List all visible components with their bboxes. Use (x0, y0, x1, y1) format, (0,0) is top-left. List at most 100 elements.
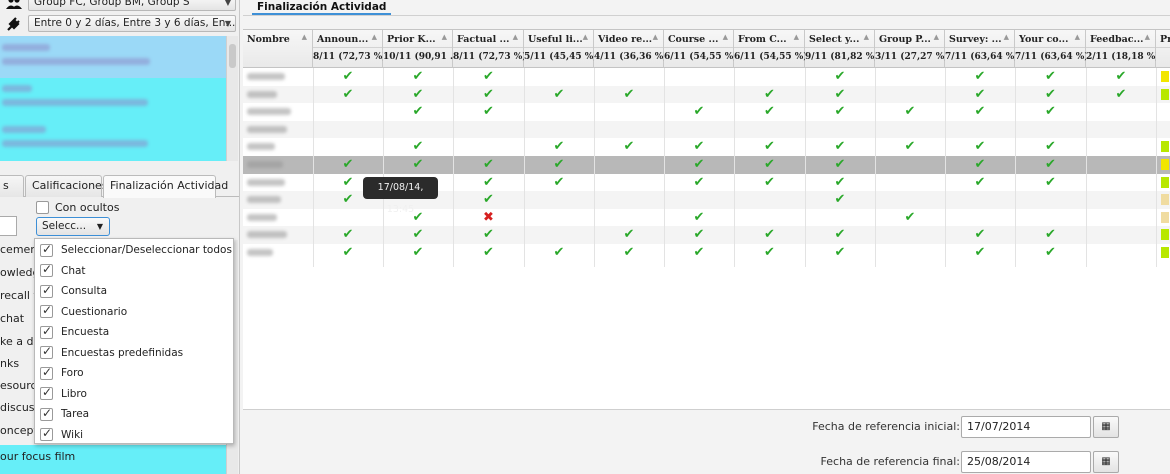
column-header[interactable]: Course ... ▲ 6/11 (54,55 %) (664, 30, 738, 68)
option-checkbox[interactable] (40, 406, 53, 421)
check-icon[interactable]: ✔ (945, 86, 1015, 103)
tab-finalizacion-actividad[interactable]: Finalización Actividad (103, 175, 228, 198)
check-icon[interactable]: ✔ (945, 103, 1015, 120)
check-icon[interactable]: ✔ (453, 68, 524, 85)
check-icon[interactable]: ✔ (453, 156, 524, 173)
check-icon[interactable]: ✔ (524, 156, 594, 173)
check-icon[interactable]: ✔ (453, 103, 524, 120)
check-icon[interactable]: ✔ (734, 86, 805, 103)
dropdown-option-foro[interactable]: Foro (35, 363, 233, 384)
calendar-icon[interactable]: ▦ (1093, 416, 1119, 438)
dropdown-option-libro[interactable]: Libro (35, 384, 233, 405)
check-icon[interactable]: ✔ (945, 174, 1015, 191)
days-filter-combo[interactable]: Entre 0 y 2 días, Entre 3 y 6 días, En..… (28, 15, 236, 32)
check-icon[interactable]: ✔ (383, 138, 453, 155)
check-icon[interactable]: ✔ (945, 68, 1015, 85)
check-icon[interactable]: ✔ (945, 226, 1015, 243)
column-header[interactable]: Your co... ▲ 7/11 (63,64 %) (1015, 30, 1089, 68)
check-icon[interactable]: ✔ (383, 156, 453, 173)
show-hidden-toggle[interactable]: Con ocultos (36, 199, 119, 215)
student-list-item[interactable] (0, 78, 226, 120)
tab-partial[interactable]: s (0, 175, 24, 197)
check-icon[interactable]: ✔ (1086, 86, 1156, 103)
scrollbar-thumb[interactable] (229, 44, 236, 68)
check-icon[interactable]: ✔ (524, 244, 594, 261)
column-header[interactable]: Prior K... ▲ 10/11 (90,91 ... (383, 30, 459, 68)
check-icon[interactable]: ✔ (805, 174, 875, 191)
dropdown-option-wiki[interactable]: Wiki (35, 425, 233, 446)
check-icon[interactable]: ✔ (1015, 156, 1086, 173)
check-icon[interactable]: ✔ (453, 86, 524, 103)
check-icon[interactable]: ✔ (383, 103, 453, 120)
check-icon[interactable]: ✔ (805, 156, 875, 173)
dropdown-option-chat[interactable]: Chat (35, 261, 233, 282)
student-list-scrollbar[interactable] (226, 36, 238, 161)
check-icon[interactable]: ✔ (313, 244, 383, 261)
check-icon[interactable]: ✔ (734, 103, 805, 120)
check-icon[interactable]: ✔ (313, 156, 383, 173)
check-icon[interactable]: ✔ (1015, 138, 1086, 155)
option-checkbox[interactable] (40, 283, 53, 298)
check-icon[interactable]: ✔ (453, 174, 524, 191)
check-icon[interactable]: ✔ (1015, 86, 1086, 103)
check-icon[interactable]: ✔ (664, 103, 734, 120)
check-icon[interactable]: ✔ (875, 138, 945, 155)
check-icon[interactable]: ✔ (383, 68, 453, 85)
option-checkbox[interactable] (40, 385, 53, 401)
check-icon[interactable]: ✔ (1015, 68, 1086, 85)
column-header-nombre[interactable]: Nombre ▲ (243, 30, 313, 68)
check-icon[interactable]: ✔ (1015, 174, 1086, 191)
check-icon[interactable]: ✔ (594, 86, 664, 103)
check-icon[interactable]: ✔ (805, 138, 875, 155)
column-header[interactable]: Group P... ▲ 3/11 (27,27 %) (875, 30, 949, 68)
check-icon[interactable]: ✔ (1086, 68, 1156, 85)
check-icon[interactable]: ✔ (524, 174, 594, 191)
check-icon[interactable]: ✔ (805, 68, 875, 85)
check-icon[interactable]: ✔ (805, 244, 875, 261)
check-icon[interactable]: ✔ (453, 244, 524, 261)
option-checkbox[interactable] (40, 242, 53, 257)
check-icon[interactable]: ✔ (313, 68, 383, 85)
check-icon[interactable]: ✔ (734, 138, 805, 155)
check-icon[interactable]: ✔ (734, 226, 805, 243)
option-checkbox[interactable] (40, 365, 53, 380)
check-icon[interactable]: ✔ (875, 209, 945, 226)
dropdown-option-cuestionario[interactable]: Cuestionario (35, 302, 233, 323)
check-icon[interactable]: ✔ (664, 226, 734, 243)
column-header[interactable]: Factual ... ▲ 8/11 (72,73 %) (453, 30, 527, 68)
check-icon[interactable]: ✔ (875, 103, 945, 120)
column-header[interactable]: Pr (1156, 30, 1170, 68)
date-start-input[interactable]: 17/07/2014 (961, 416, 1091, 438)
column-header[interactable]: Announ... ▲ 8/11 (72,73 %) (313, 30, 387, 68)
tab-finalizacion-actividad-main[interactable]: Finalización Actividad (252, 0, 392, 15)
dropdown-option-encuesta[interactable]: Encuesta (35, 322, 233, 343)
check-icon[interactable]: ✔ (313, 86, 383, 103)
check-icon[interactable]: ✔ (664, 138, 734, 155)
dropdown-option-select-all[interactable]: Seleccionar/Deseleccionar todos (35, 240, 233, 261)
dropdown-option-encuestas-predefinidas[interactable]: Encuestas predefinidas (35, 343, 233, 364)
check-icon[interactable]: ✔ (664, 209, 734, 226)
column-header[interactable]: From C... ▲ 6/11 (54,55 %) (734, 30, 808, 68)
date-end-input[interactable]: 25/08/2014 (961, 451, 1091, 473)
check-icon[interactable]: ✔ (383, 86, 453, 103)
check-icon[interactable]: ✔ (734, 156, 805, 173)
check-icon[interactable]: ✔ (734, 174, 805, 191)
option-checkbox[interactable] (40, 426, 53, 442)
dropdown-option-consulta[interactable]: Consulta (35, 281, 233, 302)
student-list-item[interactable] (0, 120, 226, 161)
option-checkbox[interactable] (40, 262, 53, 278)
check-icon[interactable]: ✔ (805, 191, 875, 208)
check-icon[interactable]: ✔ (1015, 226, 1086, 243)
column-header[interactable]: Useful li... ▲ 5/11 (45,45 %) (524, 30, 598, 68)
check-icon[interactable]: ✔ (453, 226, 524, 243)
check-icon[interactable]: ✔ (805, 226, 875, 243)
tab-calificaciones[interactable]: Calificaciones (25, 175, 108, 197)
column-header[interactable]: Feedbac... ▲ 2/11 (18,18 %) (1086, 30, 1160, 68)
check-icon[interactable]: ✔ (945, 244, 1015, 261)
check-icon[interactable]: ✔ (524, 138, 594, 155)
check-icon[interactable]: ✔ (594, 226, 664, 243)
activity-list-selected-item[interactable]: our focus film (0, 445, 226, 474)
option-checkbox[interactable] (40, 344, 53, 360)
show-hidden-checkbox[interactable] (36, 200, 49, 214)
cross-icon[interactable]: ✖ (453, 209, 524, 226)
